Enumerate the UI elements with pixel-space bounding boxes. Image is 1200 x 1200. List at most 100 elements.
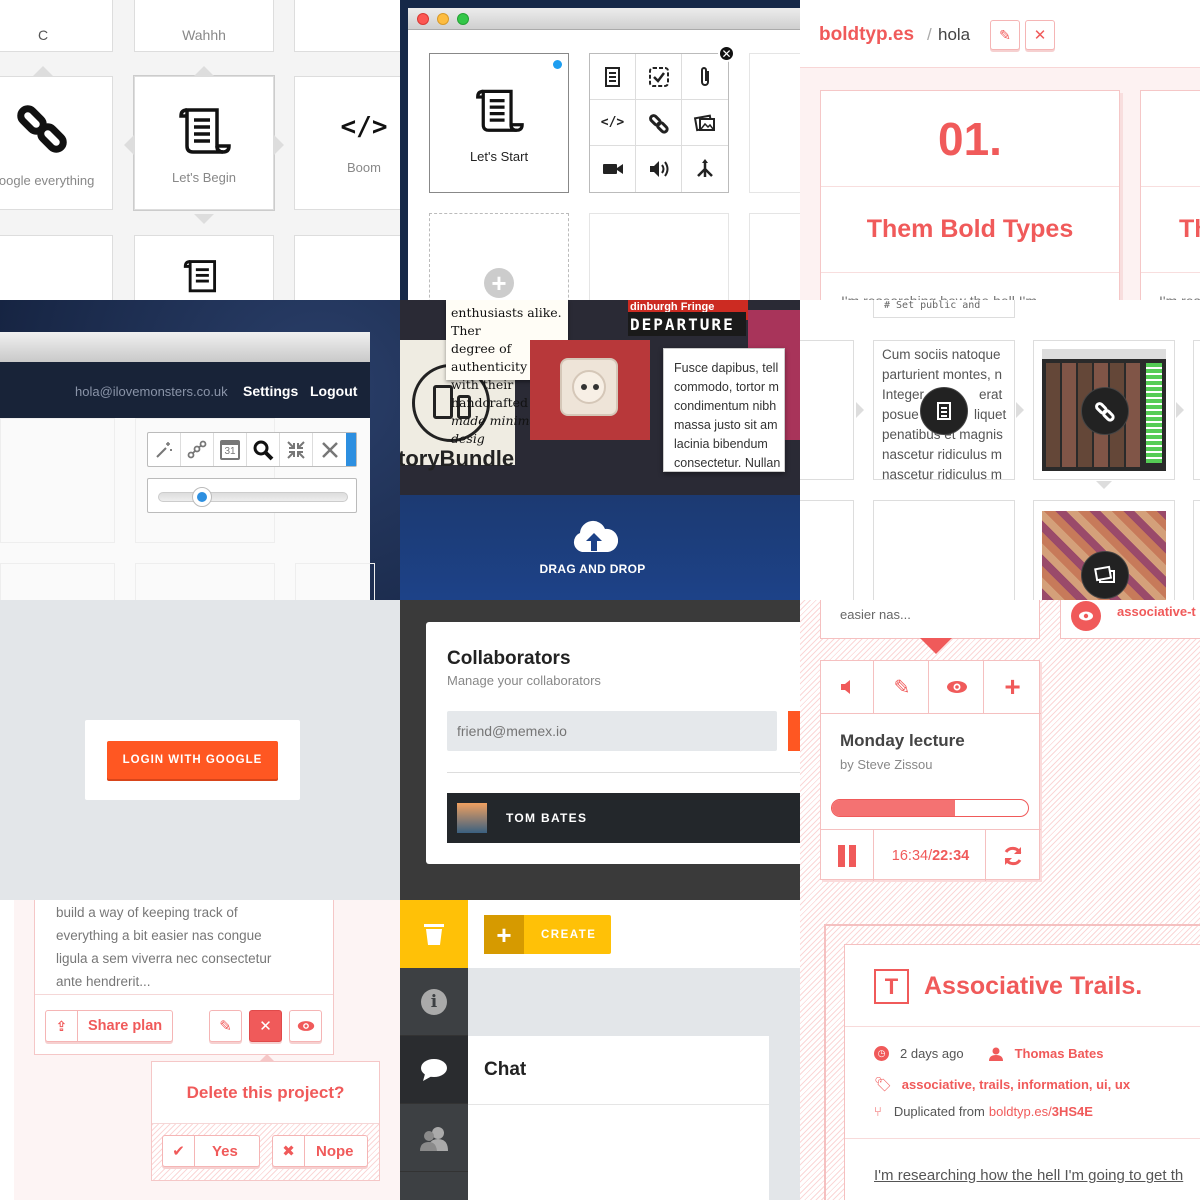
grid-cell[interactable]: Wahhh xyxy=(134,0,274,52)
text-card[interactable]: Cum sociis natoque parturient montes, n … xyxy=(873,340,1015,480)
mute-button[interactable] xyxy=(821,661,874,713)
grid-cell-link[interactable]: google everything xyxy=(0,76,113,210)
grid-cell[interactable]: C xyxy=(0,0,113,52)
excerpt-line: ligula a sem viverra nec consectetur xyxy=(56,951,272,966)
tags-list[interactable]: associative, trails, information, ui, ux xyxy=(902,1077,1130,1092)
code-type-option[interactable]: </> xyxy=(590,100,636,146)
grid-cell[interactable] xyxy=(800,340,854,480)
nodes-button[interactable] xyxy=(181,433,214,466)
cell-label: C xyxy=(37,27,49,43)
progress-bar[interactable] xyxy=(831,799,1029,817)
grid-cell-begin[interactable]: Let's Begin xyxy=(134,76,274,210)
grid-cell-code[interactable]: </> Boom xyxy=(294,76,400,210)
calendar-button[interactable]: 31 xyxy=(214,433,247,466)
previous-card[interactable]: easier nas... xyxy=(820,600,1040,639)
magic-wand-button[interactable] xyxy=(148,433,181,466)
calendar-icon: 31 xyxy=(220,439,240,460)
start-card[interactable]: Let's Start xyxy=(429,53,569,193)
close-window-button[interactable] xyxy=(417,13,429,25)
add-button[interactable]: + xyxy=(986,661,1039,713)
author-link[interactable]: Thomas Bates xyxy=(1015,1046,1104,1061)
audio-type-option[interactable] xyxy=(636,146,682,192)
tile-sidebar-chat: i + CREATE Chat xyxy=(400,900,800,1200)
collaborator-row[interactable]: TOM BATES xyxy=(447,793,800,843)
pause-button[interactable] xyxy=(821,830,874,881)
lorem-line: consectetur. Nullan xyxy=(674,456,781,470)
brand-logo[interactable]: boldtyp.es xyxy=(819,24,914,46)
card[interactable]: Th I'm res xyxy=(1140,90,1200,300)
cell-label: google everything xyxy=(0,172,95,188)
attachment-type-option[interactable] xyxy=(682,54,728,100)
grid-cell[interactable] xyxy=(0,235,113,300)
zoom-slider-thumb[interactable] xyxy=(192,487,212,507)
fork-type-option[interactable] xyxy=(682,146,728,192)
empty-card[interactable] xyxy=(589,213,729,300)
image-card[interactable] xyxy=(1033,500,1175,600)
grid-cell[interactable] xyxy=(134,235,274,300)
repeat-button[interactable] xyxy=(986,830,1039,881)
email-field[interactable] xyxy=(447,711,777,751)
sidebar-item-chat[interactable] xyxy=(400,1036,468,1104)
grid-cell[interactable] xyxy=(873,500,1015,600)
grid-cell[interactable] xyxy=(1193,500,1200,600)
grid-cell[interactable] xyxy=(800,500,854,600)
delete-button[interactable]: ✕ xyxy=(249,1010,282,1042)
add-icon: + xyxy=(484,268,514,298)
share-plan-button[interactable]: ⇪ Share plan xyxy=(45,1010,173,1042)
add-card-slot[interactable]: + xyxy=(429,213,569,300)
view-button[interactable] xyxy=(931,661,984,713)
scroll-icon xyxy=(183,260,217,293)
empty-card[interactable] xyxy=(749,53,800,193)
sidebar-item-trash[interactable] xyxy=(400,900,468,968)
login-google-button[interactable]: LOGIN WITH GOOGLE xyxy=(107,741,278,779)
duplicate-host[interactable]: boldtyp.es/ xyxy=(989,1104,1052,1119)
excerpt-line: ante hendrerit... xyxy=(56,974,151,989)
confirm-yes-button[interactable]: ✔ Yes xyxy=(162,1135,260,1167)
logout-link[interactable]: Logout xyxy=(310,383,357,399)
connector-arrow xyxy=(1016,402,1024,418)
invite-button[interactable] xyxy=(788,711,800,751)
tile-trail-detail: T Associative Trails. ◷ 2 days ago Thoma… xyxy=(800,900,1200,1200)
sidebar-item-users[interactable] xyxy=(400,1104,468,1172)
grid-cell[interactable] xyxy=(294,0,400,52)
sidebar-item-info[interactable]: i xyxy=(400,968,468,1036)
text-type-option[interactable] xyxy=(590,54,636,100)
image-type-option[interactable] xyxy=(682,100,728,146)
card-number: 01. xyxy=(938,112,1002,165)
todo-type-option[interactable] xyxy=(636,54,682,100)
tile-project-card: build a way of keeping track of everythi… xyxy=(0,900,400,1200)
lorem-card[interactable]: Fusce dapibus, tell commodo, tortor m co… xyxy=(663,348,785,472)
edit-button[interactable]: ✎ xyxy=(876,661,929,713)
departure-board: DEPARTURE xyxy=(628,312,746,336)
minimize-window-button[interactable] xyxy=(437,13,449,25)
tile-collaborators: Collaborators Manage your collaborators … xyxy=(400,600,800,900)
tag-card[interactable]: associative-t xyxy=(1060,600,1200,639)
maximize-window-button[interactable] xyxy=(457,13,469,25)
search-button[interactable] xyxy=(247,433,280,466)
close-picker-icon[interactable]: ✕ xyxy=(718,45,735,62)
trail-excerpt[interactable]: I'm researching how the hell I'm going t… xyxy=(874,1167,1183,1184)
scroll-icon xyxy=(476,89,524,132)
grid-cell[interactable] xyxy=(294,235,400,300)
empty-card[interactable] xyxy=(749,213,800,300)
create-button[interactable]: + CREATE xyxy=(484,915,611,954)
settings-link[interactable]: Settings xyxy=(243,383,298,399)
confirm-nope-button[interactable]: ✖ Nope xyxy=(272,1135,368,1167)
edit-button[interactable]: ✎ xyxy=(209,1010,242,1042)
link-card[interactable] xyxy=(1033,340,1175,480)
link-type-option[interactable] xyxy=(636,100,682,146)
close-button[interactable]: ✕ xyxy=(1025,20,1055,50)
duplicate-code[interactable]: 3HS4E xyxy=(1052,1104,1093,1119)
tools-button[interactable] xyxy=(313,433,346,466)
edit-button[interactable]: ✎ xyxy=(990,20,1020,50)
link-icon xyxy=(17,104,67,153)
view-button[interactable] xyxy=(289,1010,322,1042)
grid-cell[interactable] xyxy=(1193,340,1200,480)
panel-subtitle: Manage your collaborators xyxy=(447,673,601,688)
drop-zone[interactable]: DRAG AND DROP xyxy=(400,495,800,600)
zoom-slider-track[interactable] xyxy=(158,492,348,502)
collapse-button[interactable] xyxy=(280,433,313,466)
video-type-option[interactable] xyxy=(590,146,636,192)
breadcrumb-path[interactable]: hola xyxy=(938,25,970,45)
card[interactable]: 01. Them Bold Types I'm researching how … xyxy=(820,90,1120,300)
